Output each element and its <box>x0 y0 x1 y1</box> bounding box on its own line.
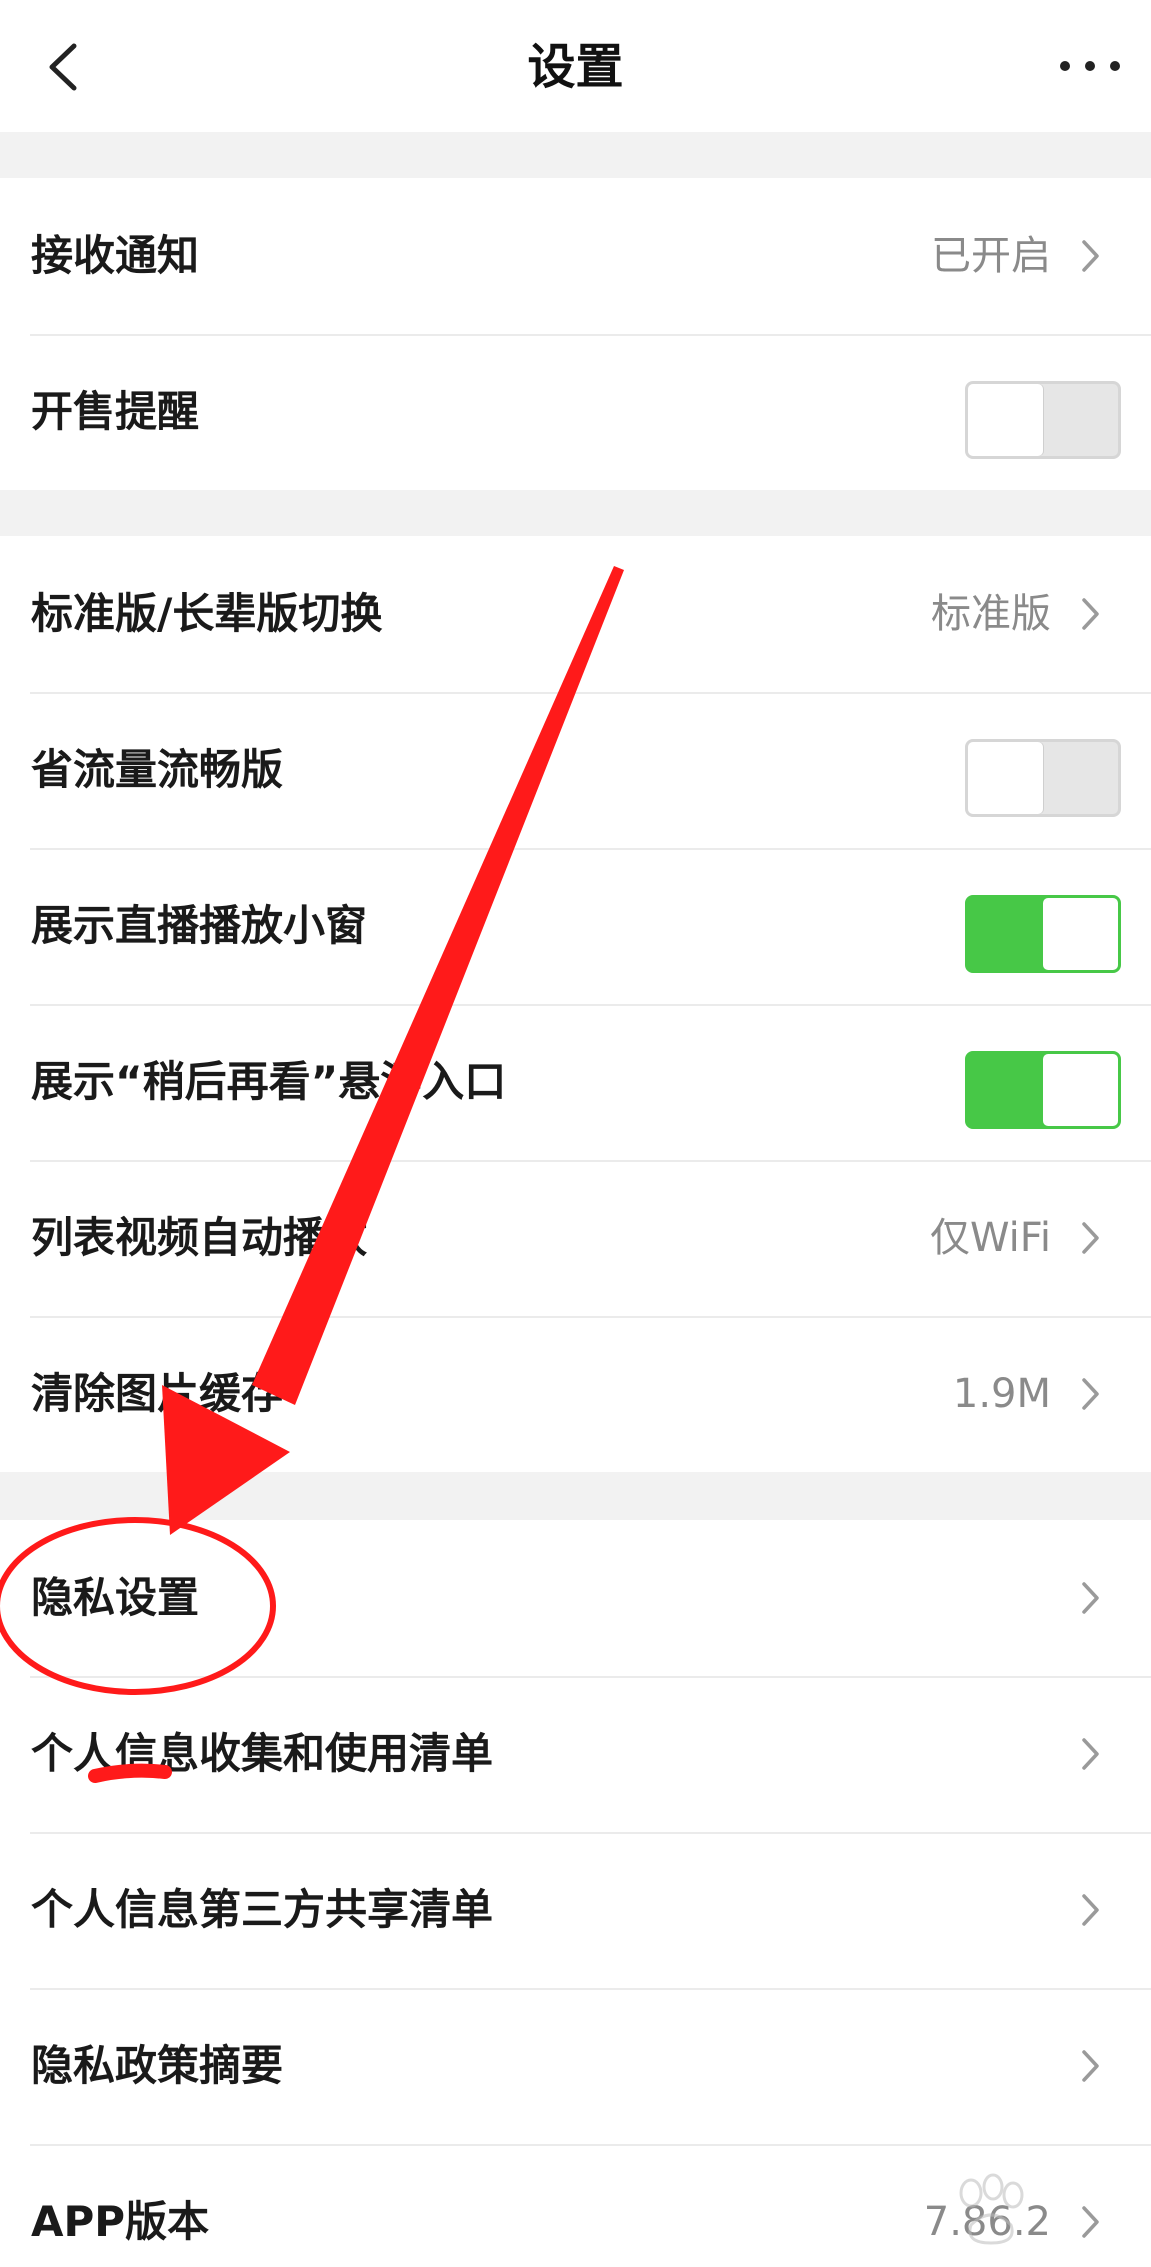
row-label: 清除图片缓存 <box>31 1369 284 1418</box>
row-label: 展示“稍后再看”悬浮入口 <box>31 1057 507 1106</box>
toggle-knob <box>1043 898 1118 970</box>
sale-reminder-toggle[interactable] <box>965 381 1121 459</box>
row-privacy-policy-summary[interactable]: 隐私政策摘要 <box>0 1988 1151 2144</box>
row-autoplay[interactable]: 列表视频自动播放 仅WiFi <box>0 1160 1151 1316</box>
more-options-button[interactable] <box>1055 44 1125 88</box>
toggle-knob <box>968 742 1043 814</box>
baidu-jingyan-watermark <box>831 2163 1131 2253</box>
toggle-knob <box>1043 1054 1118 1126</box>
row-value: 标准版 <box>931 591 1051 637</box>
data-saver-toggle[interactable] <box>965 739 1121 817</box>
chevron-right-icon <box>1082 1222 1099 1254</box>
row-clear-cache[interactable]: 清除图片缓存 1.9M <box>0 1316 1151 1472</box>
watch-later-float-toggle[interactable] <box>965 1051 1121 1129</box>
more-dots-icon <box>1060 61 1120 71</box>
row-label: APP版本 <box>31 2197 210 2246</box>
row-label: 展示直播播放小窗 <box>31 901 368 950</box>
row-value: 1.9M <box>952 1371 1051 1417</box>
row-data-saver: 省流量流畅版 <box>0 692 1151 848</box>
chevron-right-icon <box>1082 2050 1099 2082</box>
baidu-paw-logo-icon <box>959 2173 1024 2245</box>
row-value: 仅WiFi <box>930 1215 1051 1261</box>
row-label: 开售提醒 <box>31 387 200 436</box>
chevron-right-icon <box>1082 598 1099 630</box>
row-label: 个人信息收集和使用清单 <box>31 1729 494 1778</box>
settings-screen: 设置 接收通知 已开启 开售提醒 标准版/长辈版切换 标准版 省流量流畅版 展示… <box>0 0 1151 2267</box>
chevron-right-icon <box>1082 1378 1099 1410</box>
settings-group-privacy: 隐私设置 个人信息收集和使用清单 个人信息第三方共享清单 隐私政策摘要 APP版… <box>0 1520 1151 2267</box>
row-info-collection-list[interactable]: 个人信息收集和使用清单 <box>0 1676 1151 1832</box>
row-label: 列表视频自动播放 <box>31 1213 368 1262</box>
row-label: 标准版/长辈版切换 <box>31 589 383 638</box>
row-label: 隐私设置 <box>31 1573 200 1622</box>
row-third-party-sharing-list[interactable]: 个人信息第三方共享清单 <box>0 1832 1151 1988</box>
chevron-right-icon <box>1082 1894 1099 1926</box>
row-sale-reminder: 开售提醒 <box>0 334 1151 490</box>
row-watch-later-float: 展示“稍后再看”悬浮入口 <box>0 1004 1151 1160</box>
live-mini-window-toggle[interactable] <box>965 895 1121 973</box>
chevron-right-icon <box>1082 240 1099 272</box>
toggle-knob <box>968 384 1043 456</box>
chevron-right-icon <box>1082 1738 1099 1770</box>
row-receive-notifications[interactable]: 接收通知 已开启 <box>0 178 1151 334</box>
row-privacy-settings[interactable]: 隐私设置 <box>0 1520 1151 1676</box>
row-version-switch[interactable]: 标准版/长辈版切换 标准版 <box>0 536 1151 692</box>
row-label: 省流量流畅版 <box>31 745 284 794</box>
row-label: 接收通知 <box>31 231 200 280</box>
row-live-mini-window: 展示直播播放小窗 <box>0 848 1151 1004</box>
page-title: 设置 <box>527 39 624 95</box>
top-navigation-bar: 设置 <box>0 0 1151 132</box>
chevron-right-icon <box>1082 1582 1099 1614</box>
row-value: 已开启 <box>931 233 1051 279</box>
row-label: 隐私政策摘要 <box>31 2041 284 2090</box>
settings-group-display: 标准版/长辈版切换 标准版 省流量流畅版 展示直播播放小窗 展示“稍后再看”悬浮… <box>0 536 1151 1472</box>
settings-group-notifications: 接收通知 已开启 开售提醒 <box>0 178 1151 490</box>
row-label: 个人信息第三方共享清单 <box>31 1885 494 1934</box>
